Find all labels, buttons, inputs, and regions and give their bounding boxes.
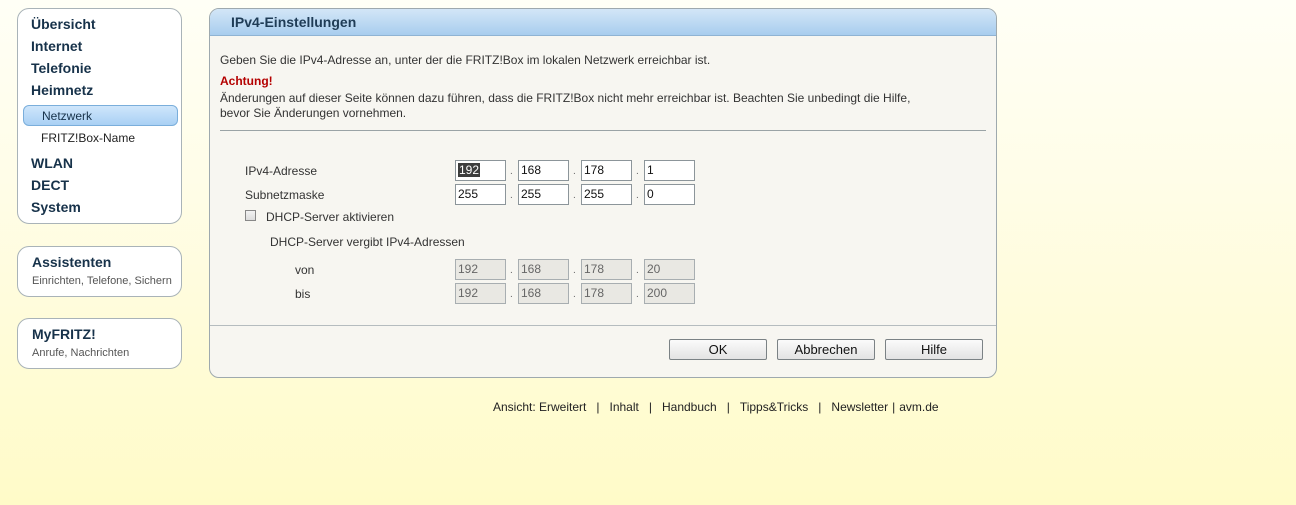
footer-separator: | [596,400,600,414]
divider [220,130,986,131]
ok-button[interactable]: OK [669,339,767,360]
dot-separator: . [573,166,576,177]
dot-separator: . [636,190,639,201]
subnet-octet-1[interactable]: 255 [455,184,506,205]
subnet-octet-2[interactable]: 255 [518,184,569,205]
subnet-octet-4[interactable]: 0 [644,184,695,205]
dhcp-to-octet-3[interactable]: 178 [581,283,632,304]
dhcp-to-octet-1[interactable]: 192 [455,283,506,304]
dhcp-server-checkbox[interactable] [245,210,256,221]
dot-separator: . [636,166,639,177]
dot-separator: . [510,190,513,201]
dot-separator: . [573,289,576,300]
subnet-octet-3[interactable]: 255 [581,184,632,205]
footer-separator: | [818,400,822,414]
ipv4-octet-2[interactable]: 168 [518,160,569,181]
ipv4-octet-1-value: 192 [458,163,481,177]
assistenten-box[interactable]: Assistenten Einrichten, Telefone, Sicher… [17,246,182,297]
footer-separator: | [648,400,652,414]
nav-item-heimnetz[interactable]: Heimnetz [31,82,93,98]
assistenten-title: Assistenten [32,254,112,270]
nav-item-uebersicht[interactable]: Übersicht [31,16,96,32]
dhcp-from-label: von [295,263,315,277]
dot-separator: . [573,190,576,201]
ipv4-address-label: IPv4-Adresse [245,164,318,178]
nav-item-wlan[interactable]: WLAN [31,155,73,171]
dhcp-to-octet-2[interactable]: 168 [518,283,569,304]
footer-handbuch-link[interactable]: Handbuch [662,400,717,414]
dhcp-range-label: DHCP-Server vergibt IPv4-Adressen [270,235,465,249]
dot-separator: . [636,289,639,300]
intro-text: Geben Sie die IPv4-Adresse an, unter der… [220,53,711,67]
dhcp-to-label: bis [295,287,311,301]
dhcp-from-octet-4[interactable]: 20 [644,259,695,280]
assistenten-subtitle: Einrichten, Telefone, Sichern [32,275,172,287]
nav-subitem-netzwerk[interactable]: Netzwerk [23,105,178,126]
dot-separator: . [510,265,513,276]
dhcp-from-octet-1[interactable]: 192 [455,259,506,280]
footer-separator: | [892,400,896,414]
dhcp-server-checkbox-label[interactable]: DHCP-Server aktivieren [266,210,394,224]
nav-item-telefonie[interactable]: Telefonie [31,60,91,76]
footer-avm-link[interactable]: avm.de [899,400,938,414]
button-bar-divider [210,325,996,326]
myfritz-subtitle: Anrufe, Nachrichten [32,347,130,359]
myfritz-box[interactable]: MyFRITZ! Anrufe, Nachrichten [17,318,182,369]
dhcp-to-octet-4[interactable]: 200 [644,283,695,304]
nav-subitem-fritzbox-name[interactable]: FRITZ!Box-Name [23,128,178,149]
help-button[interactable]: Hilfe [885,339,983,360]
ipv4-settings-panel: IPv4-Einstellungen Geben Sie die IPv4-Ad… [209,8,997,378]
subnet-mask-label: Subnetzmaske [245,188,325,202]
footer-inhalt-link[interactable]: Inhalt [610,400,639,414]
warning-text-line1: Änderungen auf dieser Seite können dazu … [220,91,911,105]
ipv4-octet-3[interactable]: 178 [581,160,632,181]
main-navigation: Übersicht Internet Telefonie Heimnetz Ne… [17,8,182,224]
ipv4-octet-1[interactable]: 192 [455,160,506,181]
dot-separator: . [510,166,513,177]
footer-view-link[interactable]: Ansicht: Erweitert [493,400,586,414]
cancel-button[interactable]: Abbrechen [777,339,875,360]
panel-title: IPv4-Einstellungen [210,9,996,36]
warning-text-line2: bevor Sie Änderungen vornehmen. [220,106,407,120]
nav-item-system[interactable]: System [31,199,81,215]
dot-separator: . [510,289,513,300]
ipv4-octet-4[interactable]: 1 [644,160,695,181]
footer-tipps-link[interactable]: Tipps&Tricks [740,400,808,414]
dhcp-from-octet-2[interactable]: 168 [518,259,569,280]
footer-separator: | [726,400,730,414]
dot-separator: . [573,265,576,276]
warning-title: Achtung! [220,74,273,88]
nav-item-dect[interactable]: DECT [31,177,69,193]
nav-item-internet[interactable]: Internet [31,38,82,54]
myfritz-title: MyFRITZ! [32,326,96,342]
dhcp-from-octet-3[interactable]: 178 [581,259,632,280]
footer-newsletter-link[interactable]: Newsletter [831,400,888,414]
dot-separator: . [636,265,639,276]
footer-links: Ansicht: Erweitert | Inhalt | Handbuch | Tipps… [493,400,939,414]
